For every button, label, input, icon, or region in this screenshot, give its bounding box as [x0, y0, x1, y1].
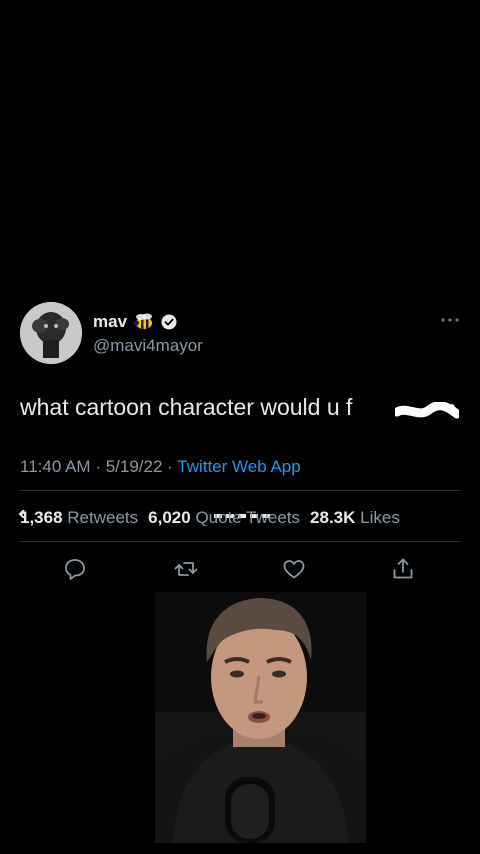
likes-label: Likes	[360, 508, 400, 527]
tweet-time[interactable]: 11:40 AM	[20, 457, 91, 476]
person-video-frame	[155, 592, 366, 843]
meta-separator: ·	[95, 457, 106, 476]
more-options-icon[interactable]	[440, 316, 460, 324]
tweet-text: what cartoon character would u f	[20, 394, 353, 420]
like-icon[interactable]	[281, 556, 307, 582]
background-top	[0, 0, 480, 290]
tweet-source[interactable]: Twitter Web App	[177, 457, 300, 476]
tweet-meta: 11:40 AM · 5/19/22 · Twitter Web App	[20, 457, 301, 477]
meta-separator: ·	[167, 457, 178, 476]
redaction-mark	[395, 402, 459, 419]
likes-stat[interactable]: 28.3K Likes	[310, 508, 400, 528]
tweet-actions	[0, 556, 480, 584]
divider	[20, 490, 460, 491]
divider	[20, 541, 460, 542]
avatar[interactable]	[20, 302, 82, 364]
author-handle[interactable]: @mavi4mayor	[93, 336, 203, 356]
author-name-row[interactable]: mav	[93, 312, 177, 332]
quote-tweets-stat[interactable]: 6,020 Quote Tweets	[148, 508, 300, 528]
retweets-count: 1,368	[20, 508, 63, 527]
retweet-icon[interactable]	[173, 556, 199, 582]
tweet-date[interactable]: 5/19/22	[106, 457, 163, 476]
tweet-stats: 1,368 Retweets 6,020 Quote Tweets 28.3K …	[20, 508, 400, 528]
quote-tweets-label: Quote Tweets	[195, 508, 301, 527]
retweets-stat[interactable]: 1,368 Retweets	[20, 508, 138, 528]
cropped-header	[0, 252, 480, 518]
avatar-image	[20, 302, 82, 364]
bee-emoji-icon	[134, 313, 153, 329]
author-name[interactable]: mav	[93, 312, 127, 332]
share-icon[interactable]	[390, 556, 416, 582]
reply-icon[interactable]	[62, 556, 88, 582]
likes-count: 28.3K	[310, 508, 356, 527]
creator-video-overlay	[155, 592, 366, 843]
verified-badge-icon	[161, 314, 177, 330]
retweets-label: Retweets	[67, 508, 139, 527]
quote-tweets-count: 6,020	[148, 508, 191, 527]
